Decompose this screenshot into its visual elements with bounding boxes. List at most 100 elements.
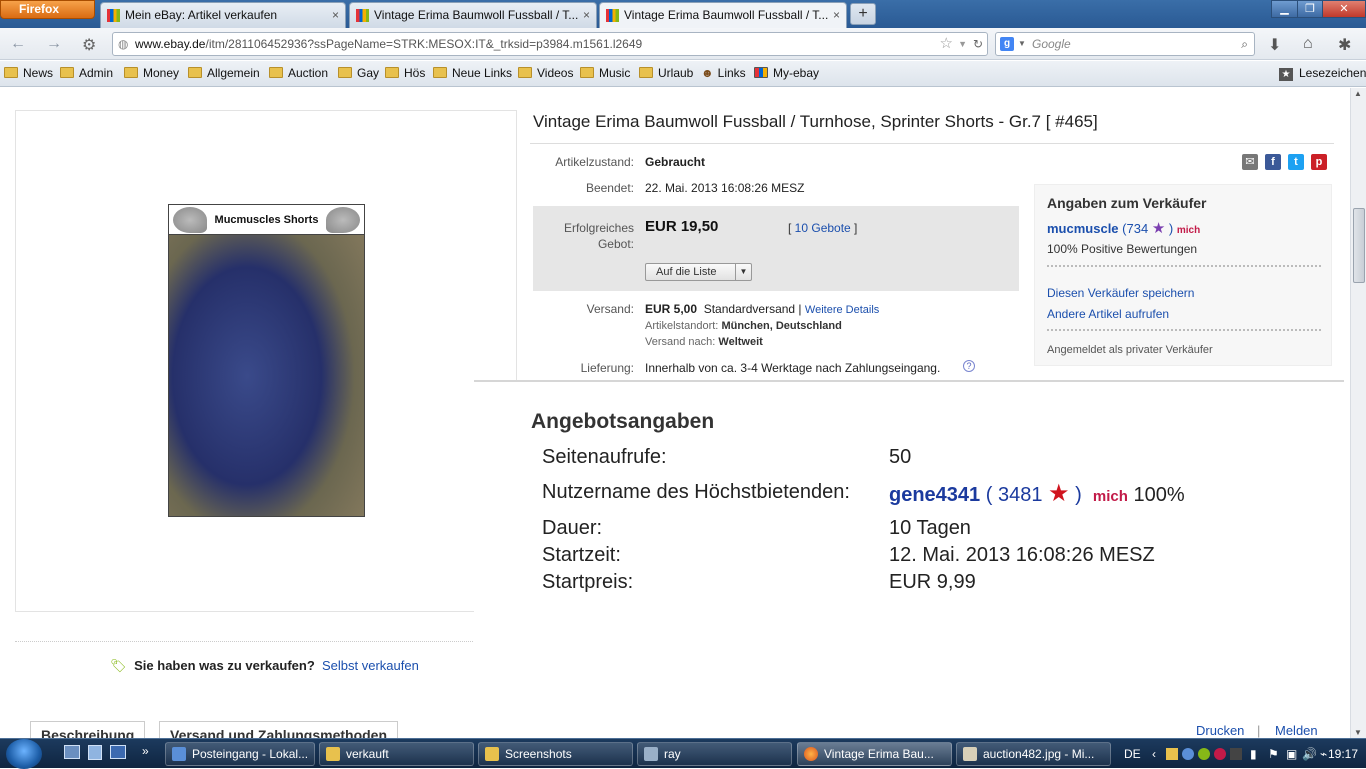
scroll-up-icon[interactable]: ▲	[1354, 89, 1362, 98]
search-engine-dropdown-icon[interactable]: ▼	[1018, 33, 1026, 55]
vertical-scrollbar[interactable]: ▲ ▼	[1350, 88, 1366, 738]
start-button-icon[interactable]	[6, 739, 42, 769]
url-bar[interactable]: ◍ www.ebay.de/itm/281106452936?ssPageNam…	[112, 32, 988, 56]
task-firefox[interactable]: Vintage Erima Bau...	[797, 742, 952, 766]
usb-icon[interactable]: ⌁	[1320, 739, 1327, 769]
seller-name-link[interactable]: mucmuscle	[1047, 221, 1119, 236]
bookmark-hoes[interactable]: Hös	[385, 66, 425, 80]
volume-icon[interactable]: 🔊	[1302, 739, 1317, 769]
print-link[interactable]: Drucken	[1196, 723, 1244, 738]
save-seller-link[interactable]: Diesen Verkäufer speichern	[1047, 286, 1194, 300]
explorer-icon[interactable]	[88, 745, 102, 760]
home-icon[interactable]: ⌂	[1303, 35, 1313, 53]
bookmark-auction[interactable]: Auction	[269, 66, 328, 80]
maximize-icon[interactable]: ❐	[1297, 0, 1323, 18]
task-verkauft[interactable]: verkauft	[319, 742, 474, 766]
bookmark-star-icon[interactable]: ☆	[940, 33, 953, 55]
close-window-icon[interactable]: ✕	[1322, 0, 1366, 18]
bookmark-allgemein[interactable]: Allgemein	[188, 66, 260, 80]
top-bidder-link[interactable]: gene4341	[889, 484, 980, 506]
task-ray[interactable]: ray	[637, 742, 792, 766]
tab-description[interactable]: Beschreibung	[30, 721, 146, 738]
bookmark-music[interactable]: Music	[580, 66, 630, 80]
tab-close-icon[interactable]: ×	[833, 3, 840, 27]
item-photo[interactable]: Mucmuscles Shorts	[168, 204, 365, 517]
me-page-icon[interactable]: mich	[1177, 225, 1200, 236]
tab-close-icon[interactable]: ×	[583, 3, 590, 27]
bookmark-videos[interactable]: Videos	[518, 66, 573, 80]
task-screenshots[interactable]: Screenshots	[478, 742, 633, 766]
chevron-down-icon[interactable]: ▼	[735, 264, 751, 280]
wing-logo-icon	[173, 207, 207, 233]
bookmark-neue-links[interactable]: Neue Links	[433, 66, 512, 80]
minimize-icon[interactable]: ▁	[1271, 0, 1298, 18]
monitor-icon[interactable]: ▣	[1286, 739, 1297, 769]
purple-star-icon[interactable]: ★	[1152, 220, 1165, 237]
flag-icon[interactable]: ⚑	[1268, 739, 1279, 769]
red-star-icon[interactable]: ★	[1048, 480, 1070, 507]
folder-icon	[580, 67, 594, 78]
language-indicator[interactable]: DE	[1124, 739, 1141, 769]
tray-app-icon[interactable]	[1166, 748, 1178, 760]
bookmark-links[interactable]: ☻ Links	[701, 66, 746, 80]
bookmark-my-ebay[interactable]: My-ebay	[754, 66, 819, 80]
bookmark-gay[interactable]: Gay	[338, 66, 379, 80]
show-desktop-icon[interactable]	[64, 745, 80, 759]
search-icon[interactable]: ⌕	[1241, 33, 1248, 55]
tray-app-icon[interactable]	[1198, 748, 1210, 760]
views-value: 50	[889, 446, 912, 468]
bookmark-urlaub[interactable]: Urlaub	[639, 66, 693, 80]
back-arrow-icon[interactable]: ←	[10, 35, 26, 53]
addon-icon[interactable]: ✱	[1338, 35, 1351, 55]
downloads-icon[interactable]: ⬇	[1268, 35, 1281, 55]
firefox-menu-button[interactable]: Firefox	[0, 0, 95, 19]
url-dropdown-icon[interactable]: ▼	[958, 33, 967, 55]
bookmarks-menu[interactable]: ★ Lesezeichen	[1279, 66, 1366, 81]
add-to-watchlist-button[interactable]: Auf die Liste ▼	[645, 263, 752, 281]
task-thunderbird[interactable]: Posteingang - Lokal...	[165, 742, 315, 766]
divider	[15, 641, 473, 642]
report-link[interactable]: Melden	[1275, 723, 1318, 738]
shipping-details-link[interactable]: Weitere Details	[805, 304, 879, 316]
tab-close-icon[interactable]: ×	[332, 3, 339, 27]
facebook-share-icon[interactable]: f	[1265, 154, 1281, 170]
pinterest-share-icon[interactable]: p	[1311, 154, 1327, 170]
tab-vintage-erima-1[interactable]: Vintage Erima Baumwoll Fussball / T... ×	[349, 2, 597, 28]
email-share-icon[interactable]: ✉	[1242, 154, 1258, 170]
tray-expand-icon[interactable]: ‹	[1152, 739, 1156, 769]
tray-app-icon[interactable]	[1230, 748, 1242, 760]
bookmark-news[interactable]: News	[4, 66, 53, 80]
network-icon[interactable]: ▮	[1250, 739, 1257, 769]
tab-vintage-erima-2[interactable]: Vintage Erima Baumwoll Fussball / T... ×	[599, 2, 847, 28]
top-bidder-feedback-link[interactable]: 3481	[998, 484, 1043, 506]
task-paint[interactable]: auction482.jpg - Mi...	[956, 742, 1111, 766]
bookmark-admin[interactable]: Admin	[60, 66, 113, 80]
tray-app-icon[interactable]	[1214, 748, 1226, 760]
new-tab-button[interactable]: +	[850, 3, 876, 25]
history-icon[interactable]: ⚙	[82, 35, 96, 55]
firefox-icon	[804, 747, 818, 761]
remote-desktop-icon[interactable]	[110, 745, 126, 759]
scroll-down-icon[interactable]: ▼	[1354, 728, 1362, 737]
scrollbar-thumb[interactable]	[1353, 208, 1365, 283]
tab-mein-ebay[interactable]: Mein eBay: Artikel verkaufen ×	[100, 2, 346, 28]
bid-history-link[interactable]: 10 Gebote	[795, 221, 851, 235]
reload-icon[interactable]: ↻	[973, 33, 983, 55]
tray-app-icon[interactable]	[1182, 748, 1194, 760]
tab-shipping-payment[interactable]: Versand und Zahlungsmethoden	[159, 721, 399, 738]
bookmark-money[interactable]: Money	[124, 66, 179, 80]
google-icon[interactable]: g	[1000, 37, 1014, 51]
quicklaunch-more-icon[interactable]: »	[142, 744, 149, 758]
search-input[interactable]: g ▼ Google ⌕	[995, 32, 1255, 56]
twitter-share-icon[interactable]: t	[1288, 154, 1304, 170]
other-items-link[interactable]: Andere Artikel aufrufen	[1047, 307, 1169, 321]
top-bidder-info: gene4341 ( 3481 ★ ) mich 100%	[889, 480, 1185, 507]
clock[interactable]: 19:17	[1328, 739, 1358, 769]
shipping-label: Versand:	[586, 302, 634, 316]
seller-feedback-link[interactable]: 734	[1127, 221, 1149, 236]
help-icon[interactable]: ?	[963, 360, 975, 372]
sell-yourself-link[interactable]: Selbst verkaufen	[322, 658, 419, 673]
taskbar: » Posteingang - Lokal... verkauft Screen…	[0, 738, 1366, 769]
me-page-icon[interactable]: mich	[1093, 488, 1128, 505]
forward-arrow-icon[interactable]: →	[46, 35, 62, 53]
